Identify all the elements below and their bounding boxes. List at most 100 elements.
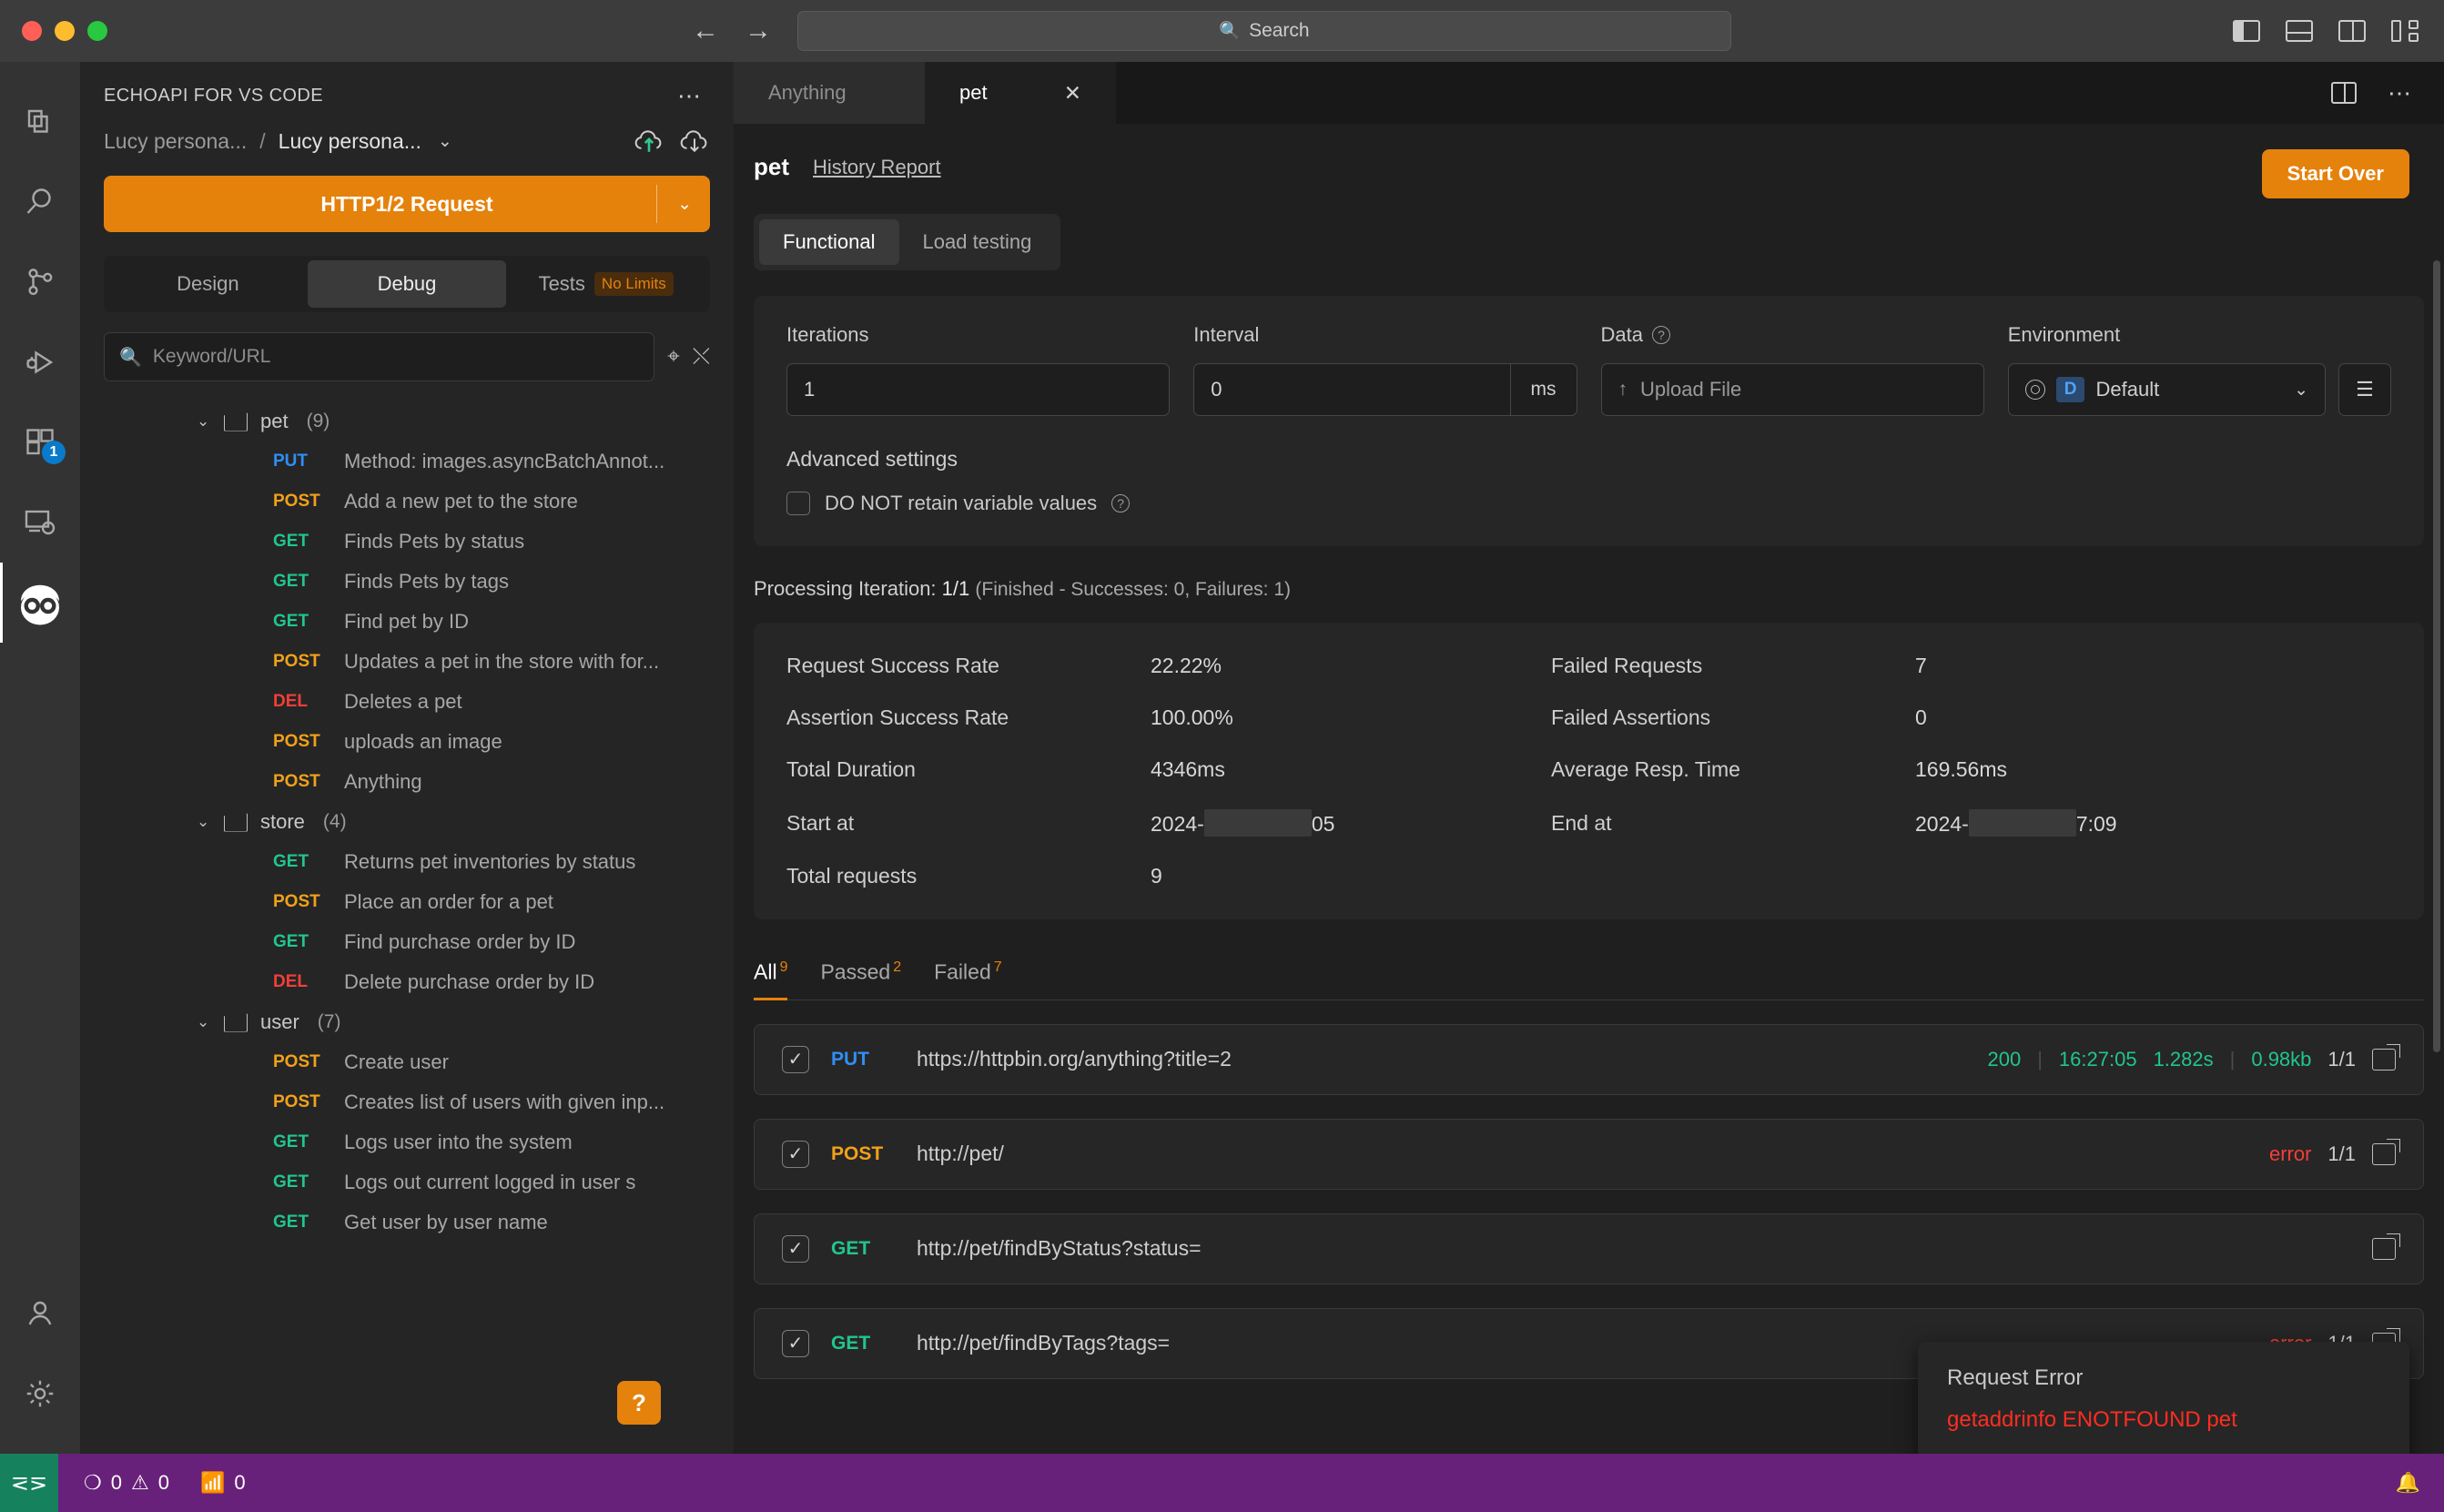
tree-item[interactable]: GET Find purchase order by ID — [80, 922, 734, 962]
interval-input[interactable] — [1211, 378, 1510, 401]
close-window-button[interactable] — [22, 21, 42, 41]
history-report-link[interactable]: History Report — [813, 156, 941, 179]
tab-load-testing[interactable]: Load testing — [899, 219, 1056, 265]
tree-item[interactable]: GET Get user by user name — [80, 1202, 734, 1243]
toggle-primary-sidebar-icon[interactable] — [2233, 20, 2260, 42]
http-request-button[interactable]: HTTP1/2 Request ⌄ — [104, 176, 710, 232]
more-actions-icon[interactable]: ⋯ — [2388, 79, 2413, 107]
chevron-down-icon[interactable]: ⌄ — [438, 131, 452, 152]
sidebar-item-extensions[interactable]: 1 — [0, 402, 80, 482]
keyword-search-box[interactable]: 🔍 — [104, 332, 655, 381]
start-over-button[interactable]: Start Over — [2261, 149, 2409, 198]
tab-anything[interactable]: Anything — [734, 62, 925, 124]
settings-button[interactable] — [0, 1354, 80, 1434]
maximize-window-button[interactable] — [87, 21, 107, 41]
chevron-down-icon[interactable]: ⌄ — [677, 194, 692, 215]
sidebar-item-remote-explorer[interactable] — [0, 482, 80, 563]
tree-item[interactable]: GET Logs user into the system — [80, 1122, 734, 1162]
forward-icon[interactable]: → — [745, 17, 772, 45]
result-checkbox[interactable]: ✓ — [782, 1234, 809, 1263]
help-bubble-button[interactable]: ? — [617, 1381, 661, 1425]
tree-folder-pet[interactable]: ⌄ pet (9) — [80, 401, 734, 441]
sidebar-item-source-control[interactable] — [0, 242, 80, 322]
tab-design[interactable]: Design — [108, 260, 308, 308]
notifications-button[interactable]: 🔔 — [2396, 1471, 2444, 1495]
result-row[interactable]: ✓ POST http://pet/error 1/1 — [754, 1118, 2424, 1190]
cloud-download-icon[interactable] — [679, 127, 710, 156]
result-tab-all[interactable]: All 9 — [754, 959, 788, 1000]
tree-folder-store[interactable]: ⌄ store (4) — [80, 802, 734, 842]
tab-functional[interactable]: Functional — [759, 219, 899, 265]
breadcrumb-project[interactable]: Lucy persona... — [279, 129, 421, 154]
search-input[interactable] — [152, 346, 640, 368]
sidebar-item-echoapi[interactable] — [0, 563, 80, 643]
problems-indicator[interactable]: ❍ 0 ⚠ 0 — [84, 1471, 169, 1495]
tree-item-method: GET — [273, 612, 309, 631]
chevron-down-icon[interactable]: ⌄ — [2294, 380, 2308, 401]
chevron-down-icon[interactable]: ⌄ — [197, 412, 211, 431]
retain-variables-checkbox[interactable] — [786, 492, 810, 515]
tree-item[interactable]: GET Logs out current logged in user s — [80, 1162, 734, 1202]
upload-file-button[interactable]: ↑ Upload File — [1600, 363, 1984, 416]
interval-input-wrap[interactable]: ms — [1193, 363, 1577, 416]
customize-layout-icon[interactable] — [2391, 20, 2419, 42]
locate-icon[interactable]: ⌖ — [667, 344, 680, 370]
vertical-scrollbar[interactable] — [2433, 260, 2440, 1052]
toggle-secondary-sidebar-icon[interactable] — [2338, 20, 2366, 42]
tree-item[interactable]: GET Find pet by ID — [80, 602, 734, 642]
ports-indicator[interactable]: 📶 0 — [200, 1471, 246, 1495]
result-tab-passed[interactable]: Passed 2 — [820, 959, 901, 1000]
tree-folder-user[interactable]: ⌄ user (7) — [80, 1002, 734, 1042]
help-circle-icon[interactable]: ? — [1111, 494, 1131, 512]
tab-debug[interactable]: Debug — [307, 260, 507, 308]
tree-item[interactable]: DEL Delete purchase order by ID — [80, 962, 734, 1002]
sidebar-item-run-and-debug[interactable] — [0, 322, 80, 402]
tree-item[interactable]: POST Place an order for a pet — [80, 882, 734, 922]
tree-item[interactable]: POST Updates a pet in the store with for.… — [80, 642, 734, 682]
collapse-all-icon[interactable]: ⤬ — [693, 344, 710, 370]
command-search-bar[interactable]: 🔍 Search — [797, 11, 1731, 51]
tree-item[interactable]: POST Create user — [80, 1042, 734, 1082]
back-icon[interactable]: ← — [692, 17, 719, 45]
ellipsis-icon[interactable]: ⋯ — [677, 82, 703, 110]
tree-item[interactable]: POST Anything — [80, 762, 734, 802]
interval-label: Interval — [1193, 323, 1260, 346]
split-editor-icon[interactable] — [2331, 82, 2357, 104]
remote-indicator-icon[interactable]: ⋜⋝ — [0, 1454, 58, 1512]
tree-item[interactable]: GET Finds Pets by status — [80, 522, 734, 562]
breadcrumb-workspace[interactable]: Lucy persona... — [104, 129, 247, 154]
result-checkbox[interactable]: ✓ — [782, 1329, 809, 1357]
minimize-window-button[interactable] — [55, 21, 75, 41]
tree-item[interactable]: GET Finds Pets by tags — [80, 562, 734, 602]
hamburger-icon[interactable]: ☰ — [2338, 363, 2391, 416]
environment-select[interactable]: D Default ⌄ — [2007, 363, 2326, 416]
tree-item[interactable]: DEL Deletes a pet — [80, 682, 734, 722]
open-external-icon[interactable] — [2372, 1138, 2400, 1165]
tab-pet[interactable]: pet ✕ — [925, 62, 1116, 124]
open-external-icon[interactable] — [2372, 1233, 2400, 1260]
tree-item[interactable]: POST Add a new pet to the store — [80, 482, 734, 522]
result-checkbox[interactable]: ✓ — [782, 1140, 809, 1168]
open-external-icon[interactable] — [2372, 1043, 2400, 1071]
account-icon — [28, 1301, 52, 1325]
close-icon[interactable]: ✕ — [1064, 81, 1081, 106]
result-row[interactable]: ✓ GET http://pet/findByStatus?status= — [754, 1213, 2424, 1284]
toggle-panel-icon[interactable] — [2286, 20, 2313, 42]
sidebar-item-search[interactable] — [0, 162, 80, 242]
chevron-down-icon[interactable]: ⌄ — [197, 813, 211, 831]
tree-item[interactable]: POST uploads an image — [80, 722, 734, 762]
sidebar-item-explorer[interactable] — [0, 82, 80, 162]
result-row[interactable]: ✓ PUT https://httpbin.org/anything?title=2… — [754, 1023, 2424, 1095]
tree-item[interactable]: GET Returns pet inventories by status — [80, 842, 734, 882]
tab-tests[interactable]: Tests No Limits — [506, 260, 705, 308]
iterations-input-wrap[interactable] — [786, 363, 1171, 416]
chevron-down-icon[interactable]: ⌄ — [197, 1013, 211, 1031]
tree-item[interactable]: PUT Method: images.asyncBatchAnnot... — [80, 441, 734, 482]
result-tab-failed[interactable]: Failed 7 — [934, 959, 1002, 1000]
cloud-upload-icon[interactable] — [634, 127, 664, 156]
help-circle-icon[interactable]: ? — [1651, 326, 1670, 344]
iterations-input[interactable] — [804, 378, 1153, 401]
result-checkbox[interactable]: ✓ — [782, 1045, 809, 1073]
tree-item[interactable]: POST Creates list of users with given inp… — [80, 1082, 734, 1122]
accounts-button[interactable] — [0, 1274, 80, 1354]
